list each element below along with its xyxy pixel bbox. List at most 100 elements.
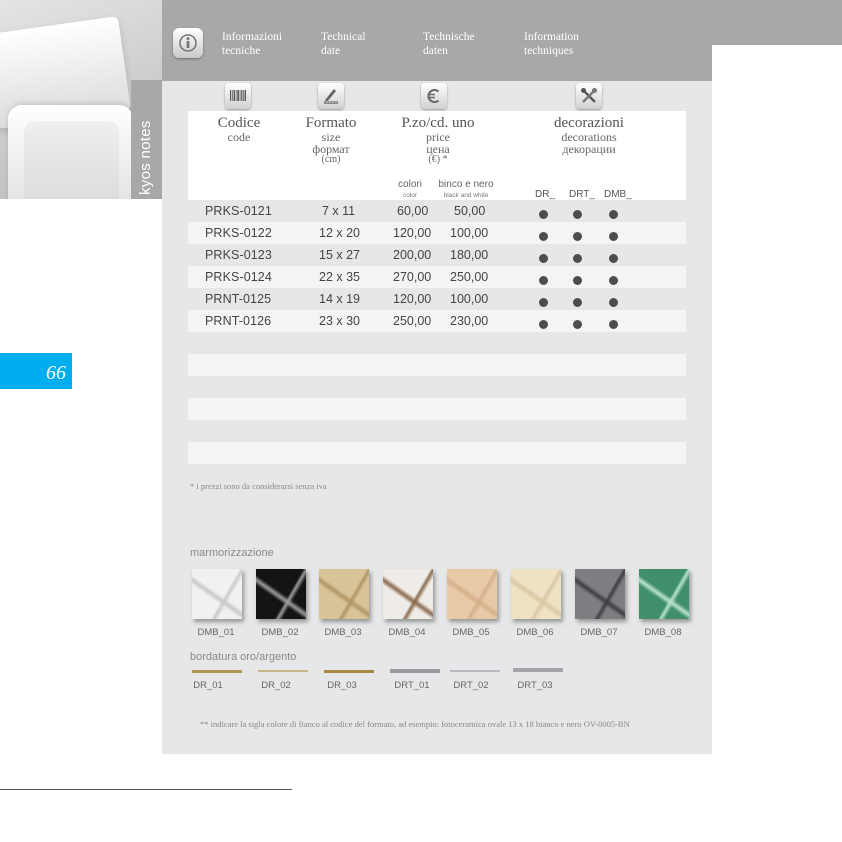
dot-dmb: [609, 254, 618, 263]
subheader-drt: DRT_: [569, 189, 595, 200]
cell-code: PRKS-0122: [205, 226, 272, 240]
cell-code: PRKS-0123: [205, 248, 272, 262]
cell-price-color: 270,00: [393, 270, 432, 284]
marble-label: DMB_03: [324, 627, 362, 638]
marble-label: DMB_04: [388, 627, 426, 638]
table-row-empty: [188, 464, 686, 471]
dot-dr: [539, 232, 548, 241]
marble-section-title: marmorizzazione: [190, 547, 274, 559]
subheader-dmb: DMB_: [604, 189, 632, 200]
marble-swatch-dmb06: [511, 569, 561, 619]
header-price-unit: (€) *: [428, 154, 448, 165]
page-number: 66: [46, 362, 66, 384]
product-name-label: kyos notes: [137, 120, 154, 195]
cell-price-color: 120,00: [393, 292, 432, 306]
header-decorations-sub-ru: декорации: [562, 142, 616, 156]
marble-swatch-dmb03: [319, 569, 369, 619]
marble-swatch-dmb07: [575, 569, 625, 619]
cell-size: 23 x 30: [319, 314, 361, 328]
cell-size: 22 x 35: [319, 270, 361, 284]
dot-drt: [573, 254, 582, 263]
cell-size: 15 x 27: [319, 248, 361, 262]
table-row-empty: [188, 442, 686, 464]
dot-dr: [539, 210, 548, 219]
dot-drt: [573, 210, 582, 219]
header-code-sub: code: [227, 130, 251, 144]
barcode-icon: [225, 83, 251, 109]
cell-code: PRKS-0121: [205, 204, 272, 218]
cell-price-bw: 50,00: [454, 204, 486, 218]
border-label: DRT_02: [453, 680, 489, 691]
marble-swatch-dmb01: [192, 569, 242, 619]
dot-drt: [573, 276, 582, 285]
marble-label: DMB_07: [580, 627, 618, 638]
dot-drt: [573, 232, 582, 241]
dot-dr: [539, 320, 548, 329]
dot-dmb: [609, 298, 618, 307]
photo-plate-front: [8, 105, 133, 199]
marble-swatch-dmb08: [639, 569, 689, 619]
subheader-color-en: color: [402, 192, 418, 199]
cell-price-color: 120,00: [393, 226, 432, 240]
cell-price-color: 250,00: [393, 314, 432, 328]
marble-label: DMB_06: [516, 627, 554, 638]
cell-price-bw: 180,00: [450, 248, 489, 262]
cell-price-color: 60,00: [397, 204, 429, 218]
dot-drt: [573, 320, 582, 329]
dot-dmb: [609, 276, 618, 285]
dot-dmb: [609, 210, 618, 219]
info-icon: [173, 28, 203, 58]
marble-label: DMB_02: [261, 627, 299, 638]
dot-drt: [573, 298, 582, 307]
cell-code: PRNT-0126: [205, 314, 272, 328]
table-row-empty: [188, 376, 686, 398]
marble-swatch-dmb04: [383, 569, 433, 619]
marble-swatch-dmb05: [447, 569, 497, 619]
format-footnote: ** indicare la sigla colore di fianco al…: [200, 719, 630, 729]
euro-icon: [421, 83, 447, 109]
header-lang-de: Technische daten: [423, 31, 475, 57]
border-strip-drt01: [390, 669, 440, 673]
table-row-empty: [188, 398, 686, 420]
cell-code: PRKS-0124: [205, 270, 272, 284]
cell-price-color: 200,00: [393, 248, 432, 262]
header-lang-it: Informazioni tecniche: [222, 31, 283, 57]
border-strip-dr02: [258, 670, 308, 672]
border-label: DR_01: [193, 680, 223, 691]
marble-label: DMB_05: [452, 627, 490, 638]
border-label: DR_03: [327, 680, 357, 691]
dot-dmb: [609, 232, 618, 241]
border-label: DR_02: [261, 680, 291, 691]
dot-dmb: [609, 320, 618, 329]
vat-footnote: * i prezzi sono da considerarsi senza iv…: [190, 481, 327, 491]
dot-dr: [539, 254, 548, 263]
marble-label: DMB_08: [644, 627, 682, 638]
border-label: DRT_01: [394, 680, 430, 691]
table-row-empty: [188, 332, 686, 354]
border-label: DRT_03: [517, 680, 553, 691]
border-strip-dr03: [324, 670, 374, 673]
ruler-pencil-icon: [318, 83, 344, 109]
border-strip-drt02: [450, 670, 500, 672]
subheader-color: colori: [398, 179, 422, 190]
table-row-empty: [188, 354, 686, 376]
dot-dr: [539, 276, 548, 285]
table-row-empty: [188, 420, 686, 442]
border-strip-drt03: [513, 668, 563, 672]
cell-size: 7 x 11: [322, 204, 356, 218]
cell-size: 12 x 20: [319, 226, 361, 240]
page-number-box: 66: [0, 353, 72, 389]
header-format-unit: (cm): [321, 154, 341, 165]
header-lang-en: Technical date: [321, 31, 366, 57]
border-section-title: bordatura oro/argento: [190, 651, 297, 663]
subheader-bw-en: black and white: [443, 192, 489, 199]
tools-icon: [576, 83, 602, 109]
cell-code: PRNT-0125: [205, 292, 272, 306]
cell-price-bw: 100,00: [450, 226, 489, 240]
marble-label: DMB_01: [197, 627, 235, 638]
header-lang-fr: Information techniques: [524, 31, 579, 57]
dot-dr: [539, 298, 548, 307]
subheader-dr: DR_: [535, 189, 556, 200]
cell-price-bw: 100,00: [450, 292, 489, 306]
subheader-bw: binco e nero: [438, 179, 494, 190]
